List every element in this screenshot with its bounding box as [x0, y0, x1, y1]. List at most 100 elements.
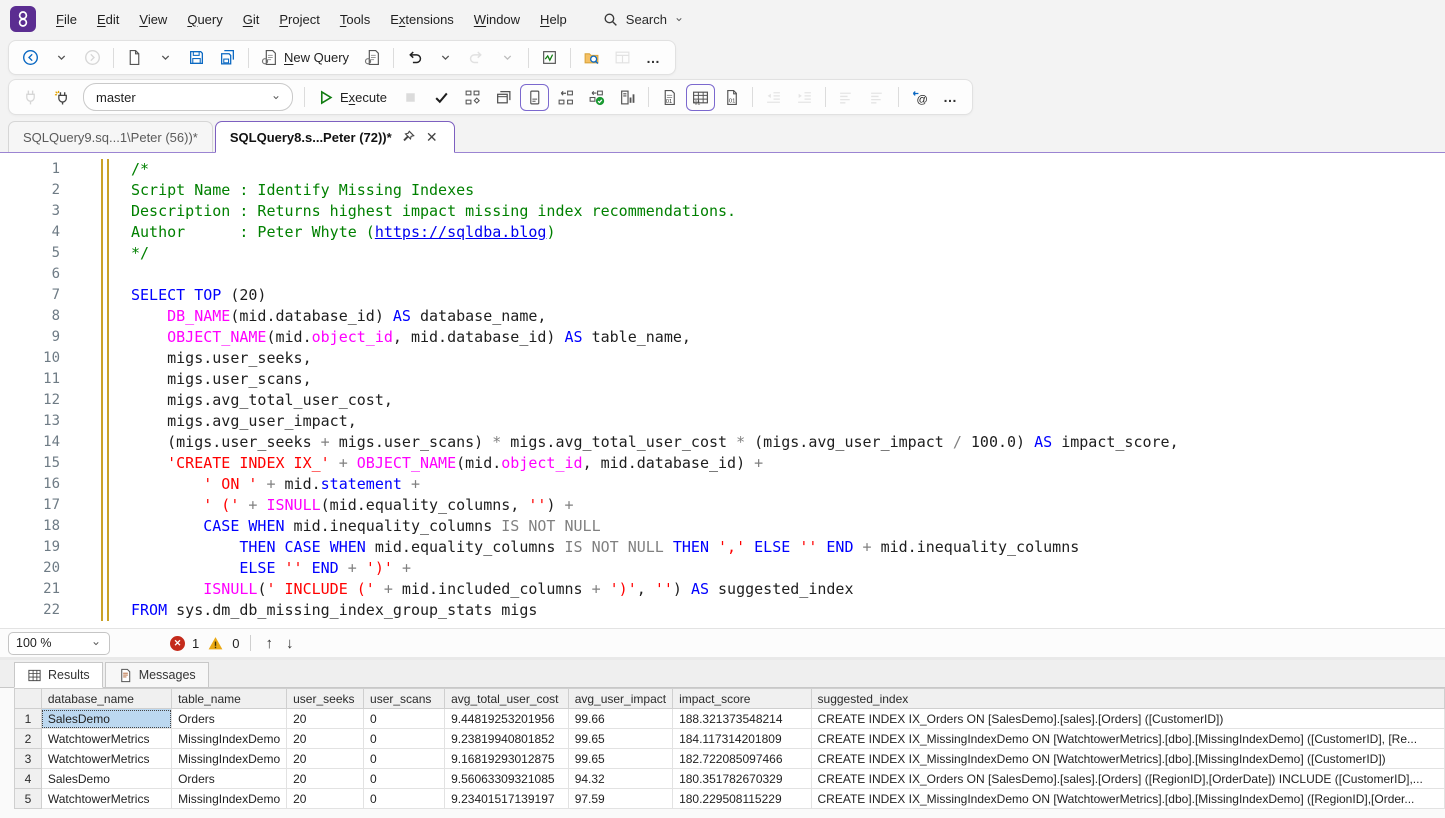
- menu-item-git[interactable]: Git: [233, 8, 270, 31]
- warning-icon[interactable]: [206, 634, 225, 653]
- warning-count[interactable]: 0: [232, 636, 239, 651]
- client-statistics-button[interactable]: [613, 84, 642, 111]
- code-line[interactable]: 17 ' (' + ISNULL(mid.equality_columns, '…: [0, 495, 1445, 516]
- change-connection-button[interactable]: [47, 84, 76, 111]
- grid-cell[interactable]: 9.44819253201956: [445, 709, 569, 729]
- grid-cell[interactable]: Orders: [172, 709, 287, 729]
- code-line[interactable]: 16 ' ON ' + mid.statement +: [0, 474, 1445, 495]
- toolbar-overflow-button[interactable]: …: [639, 44, 668, 71]
- code-line[interactable]: 19 THEN CASE WHEN mid.equality_columns I…: [0, 537, 1445, 558]
- grid-cell[interactable]: 0: [364, 709, 445, 729]
- close-icon[interactable]: ✕: [424, 129, 440, 145]
- query-options-button[interactable]: [489, 84, 518, 111]
- grid-cell[interactable]: 9.16819293012875: [445, 749, 569, 769]
- object-explorer-search-button[interactable]: [577, 44, 606, 71]
- grid-cell[interactable]: 20: [287, 789, 364, 809]
- undo-button[interactable]: [400, 44, 429, 71]
- search-control[interactable]: Search: [593, 6, 693, 33]
- row-number[interactable]: 3: [15, 749, 42, 769]
- grid-cell[interactable]: CREATE INDEX IX_Orders ON [SalesDemo].[s…: [811, 709, 1444, 729]
- grid-cell[interactable]: 0: [364, 789, 445, 809]
- new-query-current-connection-button[interactable]: [358, 44, 387, 71]
- navigate-back-button[interactable]: [16, 44, 45, 71]
- results-tab-messages[interactable]: Messages: [105, 662, 209, 687]
- grid-cell[interactable]: 99.65: [568, 749, 672, 769]
- document-tab-2[interactable]: SQLQuery8.s...Peter (72))*✕: [215, 121, 455, 153]
- document-tab-1[interactable]: SQLQuery9.sq...1\Peter (56))*: [8, 121, 213, 152]
- menu-item-extensions[interactable]: Extensions: [380, 8, 464, 31]
- code-line[interactable]: 20 ELSE '' END + ')' +: [0, 558, 1445, 579]
- code-line[interactable]: 22FROM sys.dm_db_missing_index_group_sta…: [0, 600, 1445, 621]
- new-file-dropdown-button[interactable]: [151, 44, 180, 71]
- code-line[interactable]: 4Author : Peter Whyte (https://sqldba.bl…: [0, 222, 1445, 243]
- grid-cell[interactable]: 20: [287, 729, 364, 749]
- code-line[interactable]: 12 migs.avg_total_user_cost,: [0, 390, 1445, 411]
- column-header-suggested_index[interactable]: suggested_index: [811, 689, 1444, 709]
- save-all-button[interactable]: [213, 44, 242, 71]
- code-line[interactable]: 6: [0, 264, 1445, 285]
- grid-cell[interactable]: SalesDemo: [41, 769, 171, 789]
- code-line[interactable]: 11 migs.user_scans,: [0, 369, 1445, 390]
- grid-cell[interactable]: 0: [364, 749, 445, 769]
- grid-cell[interactable]: 20: [287, 709, 364, 729]
- undo-dropdown-button[interactable]: [431, 44, 460, 71]
- grid-cell[interactable]: CREATE INDEX IX_Orders ON [SalesDemo].[s…: [811, 769, 1444, 789]
- menu-item-help[interactable]: Help: [530, 8, 577, 31]
- grid-cell[interactable]: 99.65: [568, 729, 672, 749]
- grid-cell[interactable]: MissingIndexDemo: [172, 729, 287, 749]
- code-editor[interactable]: 1/*2Script Name : Identify Missing Index…: [0, 159, 1445, 621]
- menu-item-window[interactable]: Window: [464, 8, 530, 31]
- grid-cell[interactable]: 99.66: [568, 709, 672, 729]
- display-estimated-plan-button[interactable]: [458, 84, 487, 111]
- code-line[interactable]: 21 ISNULL(' INCLUDE (' + mid.included_co…: [0, 579, 1445, 600]
- results-to-grid-button[interactable]: 01: [686, 84, 715, 111]
- menu-item-project[interactable]: Project: [269, 8, 329, 31]
- code-line[interactable]: 10 migs.user_seeks,: [0, 348, 1445, 369]
- grid-cell[interactable]: WatchtowerMetrics: [41, 789, 171, 809]
- column-header-avg_total_user_cost[interactable]: avg_total_user_cost: [445, 689, 569, 709]
- previous-issue-button[interactable]: ↑: [262, 635, 276, 652]
- editor-pane[interactable]: 1/*2Script Name : Identify Missing Index…: [0, 153, 1445, 628]
- grid-cell[interactable]: CREATE INDEX IX_MissingIndexDemo ON [Wat…: [811, 749, 1444, 769]
- column-header-table_name[interactable]: table_name: [172, 689, 287, 709]
- results-tab-results[interactable]: Results: [14, 662, 103, 688]
- grid-cell[interactable]: 97.59: [568, 789, 672, 809]
- results-to-file-button[interactable]: 01: [717, 84, 746, 111]
- new-query-button[interactable]: New Query: [255, 44, 356, 71]
- intellisense-enabled-button[interactable]: [520, 84, 549, 111]
- column-header-avg_user_impact[interactable]: avg_user_impact: [568, 689, 672, 709]
- row-number[interactable]: 1: [15, 709, 42, 729]
- database-selector[interactable]: master: [83, 83, 293, 111]
- save-button[interactable]: [182, 44, 211, 71]
- grid-cell[interactable]: 20: [287, 749, 364, 769]
- grid-cell[interactable]: 94.32: [568, 769, 672, 789]
- grid-cell[interactable]: 9.56063309321085: [445, 769, 569, 789]
- grid-cell[interactable]: 180.351782670329: [673, 769, 811, 789]
- menu-item-query[interactable]: Query: [177, 8, 232, 31]
- menu-item-view[interactable]: View: [129, 8, 177, 31]
- grid-cell[interactable]: CREATE INDEX IX_MissingIndexDemo ON [Wat…: [811, 729, 1444, 749]
- code-line[interactable]: 7SELECT TOP (20): [0, 285, 1445, 306]
- grid-corner-header[interactable]: [15, 689, 42, 709]
- code-line[interactable]: 18 CASE WHEN mid.inequality_columns IS N…: [0, 516, 1445, 537]
- code-line[interactable]: 13 migs.avg_user_impact,: [0, 411, 1445, 432]
- include-actual-plan-button[interactable]: [551, 84, 580, 111]
- zoom-selector[interactable]: 100 %: [8, 632, 110, 655]
- row-number[interactable]: 5: [15, 789, 42, 809]
- column-header-user_seeks[interactable]: user_seeks: [287, 689, 364, 709]
- column-header-user_scans[interactable]: user_scans: [364, 689, 445, 709]
- column-header-impact_score[interactable]: impact_score: [673, 689, 811, 709]
- code-line[interactable]: 5*/: [0, 243, 1445, 264]
- grid-cell[interactable]: MissingIndexDemo: [172, 789, 287, 809]
- code-line[interactable]: 9 OBJECT_NAME(mid.object_id, mid.databas…: [0, 327, 1445, 348]
- code-line[interactable]: 3Description : Returns highest impact mi…: [0, 201, 1445, 222]
- execute-button[interactable]: Execute: [311, 84, 394, 111]
- new-file-button[interactable]: [120, 44, 149, 71]
- next-issue-button[interactable]: ↓: [283, 635, 297, 652]
- template-parameters-button[interactable]: @: [905, 84, 934, 111]
- menu-item-tools[interactable]: Tools: [330, 8, 380, 31]
- pin-icon[interactable]: [400, 129, 416, 145]
- row-number[interactable]: 2: [15, 729, 42, 749]
- activity-monitor-button[interactable]: [535, 44, 564, 71]
- grid-cell[interactable]: 20: [287, 769, 364, 789]
